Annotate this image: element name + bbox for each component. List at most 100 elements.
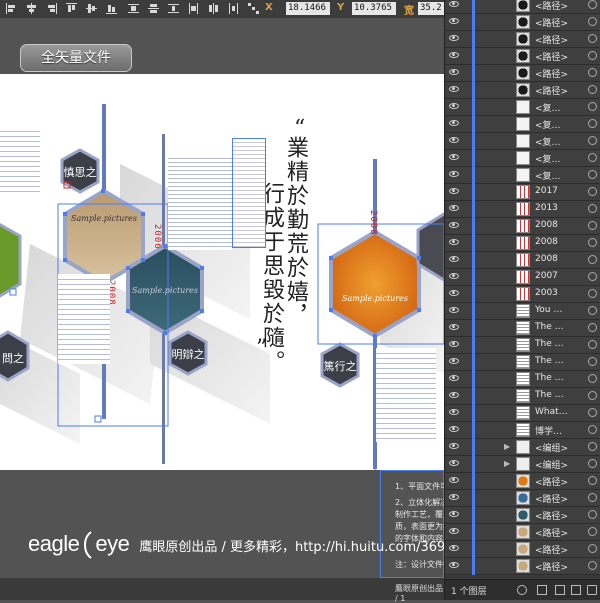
transform-reference-icon[interactable]: [248, 3, 259, 14]
eye-icon[interactable]: [449, 1, 459, 7]
expand-arrow-icon[interactable]: ▶: [504, 459, 510, 468]
width-field[interactable]: 35.2: [418, 2, 444, 15]
eye-icon[interactable]: [449, 205, 459, 211]
distribute-top-icon[interactable]: [128, 3, 139, 14]
layer-row[interactable]: 2008: [445, 218, 600, 235]
layer-name[interactable]: <路径>: [535, 475, 568, 488]
layer-row[interactable]: The …: [445, 371, 600, 388]
eye-icon[interactable]: [449, 511, 459, 517]
eye-icon[interactable]: [449, 477, 459, 483]
target-icon[interactable]: [588, 493, 597, 502]
layer-row[interactable]: <路径>: [445, 473, 600, 490]
target-icon[interactable]: [588, 187, 597, 196]
target-icon[interactable]: [588, 68, 597, 77]
layer-name[interactable]: <路径>: [535, 67, 568, 80]
layer-name[interactable]: The …: [535, 322, 564, 332]
target-icon[interactable]: [588, 374, 597, 383]
layer-row[interactable]: The …: [445, 320, 600, 337]
eye-icon[interactable]: [449, 443, 459, 449]
layer-row[interactable]: 2003: [445, 286, 600, 303]
target-icon[interactable]: [588, 221, 597, 230]
layer-row[interactable]: <路径>: [445, 31, 600, 48]
layer-name[interactable]: <路径>: [535, 526, 568, 539]
align-bottom-icon[interactable]: [106, 3, 117, 14]
make-clipping-mask-icon[interactable]: [537, 585, 547, 595]
distribute-vcenter-icon[interactable]: [148, 3, 159, 14]
target-icon[interactable]: [588, 204, 597, 213]
text-block[interactable]: [232, 138, 266, 248]
layer-name[interactable]: 博学…: [535, 424, 562, 437]
text-block[interactable]: [0, 126, 40, 196]
eye-icon[interactable]: [449, 137, 459, 143]
layer-row[interactable]: <复…: [445, 150, 600, 167]
text-block[interactable]: [376, 348, 436, 442]
layer-row[interactable]: <路径>: [445, 65, 600, 82]
layer-name[interactable]: <路径>: [535, 0, 568, 12]
layer-name[interactable]: The …: [535, 339, 564, 349]
target-icon[interactable]: [588, 51, 597, 60]
eye-icon[interactable]: [449, 222, 459, 228]
new-layer-icon[interactable]: [571, 585, 581, 595]
eye-icon[interactable]: [449, 18, 459, 24]
target-icon[interactable]: [588, 0, 597, 9]
layer-name[interactable]: The …: [535, 390, 564, 400]
distribute-hcenter-icon[interactable]: [208, 3, 219, 14]
target-icon[interactable]: [588, 102, 597, 111]
target-icon[interactable]: [588, 425, 597, 434]
layer-row[interactable]: 2008: [445, 252, 600, 269]
layer-row[interactable]: <路径>: [445, 541, 600, 558]
text-block[interactable]: [58, 274, 110, 364]
eye-icon[interactable]: [449, 460, 459, 466]
layer-name[interactable]: The …: [535, 356, 564, 366]
layer-name[interactable]: <路径>: [535, 84, 568, 97]
layer-row[interactable]: 2017: [445, 184, 600, 201]
layer-row[interactable]: The …: [445, 354, 600, 371]
target-icon[interactable]: [588, 170, 597, 179]
align-middle-icon[interactable]: [86, 3, 97, 14]
layer-name[interactable]: <路径>: [535, 509, 568, 522]
layer-row[interactable]: <路径>: [445, 48, 600, 65]
layer-row[interactable]: <路径>: [445, 558, 600, 575]
target-icon[interactable]: [588, 459, 597, 468]
text-block[interactable]: [168, 154, 232, 250]
layer-row[interactable]: 博学…: [445, 422, 600, 439]
eye-icon[interactable]: [449, 154, 459, 160]
align-left-icon[interactable]: [6, 3, 17, 14]
target-icon[interactable]: [588, 544, 597, 553]
target-icon[interactable]: [588, 476, 597, 485]
layer-name[interactable]: <复…: [535, 101, 561, 114]
artboard[interactable]: “ 業精於勤荒於嬉， 行成于思毀於隨。 ” Sample.pictures Sa…: [0, 74, 444, 470]
layer-name[interactable]: <路径>: [535, 543, 568, 556]
eye-icon[interactable]: [449, 86, 459, 92]
target-icon[interactable]: [588, 527, 597, 536]
eye-icon[interactable]: [449, 290, 459, 296]
distribute-bottom-icon[interactable]: [168, 3, 179, 14]
layer-name[interactable]: 2008: [535, 220, 558, 230]
align-right-icon[interactable]: [46, 3, 57, 14]
eye-icon[interactable]: [449, 392, 459, 398]
layer-row[interactable]: The …: [445, 337, 600, 354]
layer-row[interactable]: You …: [445, 303, 600, 320]
target-icon[interactable]: [588, 136, 597, 145]
eye-icon[interactable]: [449, 35, 459, 41]
target-icon[interactable]: [588, 238, 597, 247]
align-center-icon[interactable]: [26, 3, 37, 14]
layer-row[interactable]: What…: [445, 405, 600, 422]
target-icon[interactable]: [588, 34, 597, 43]
layer-row[interactable]: ▶ <编组>: [445, 456, 600, 473]
layer-row[interactable]: <路径>: [445, 507, 600, 524]
layer-row[interactable]: 2008: [445, 235, 600, 252]
eye-icon[interactable]: [449, 171, 459, 177]
layer-row[interactable]: <路径>: [445, 82, 600, 99]
target-icon[interactable]: [588, 85, 597, 94]
eye-icon[interactable]: [449, 324, 459, 330]
layer-name[interactable]: 2008: [535, 237, 558, 247]
layer-row[interactable]: <路径>: [445, 524, 600, 541]
layer-name[interactable]: 2008: [535, 254, 558, 264]
target-icon[interactable]: [588, 340, 597, 349]
eye-icon[interactable]: [449, 375, 459, 381]
eye-icon[interactable]: [449, 239, 459, 245]
layer-name[interactable]: <路径>: [535, 16, 568, 29]
eye-icon[interactable]: [449, 426, 459, 432]
layer-name[interactable]: <编组>: [535, 441, 568, 454]
